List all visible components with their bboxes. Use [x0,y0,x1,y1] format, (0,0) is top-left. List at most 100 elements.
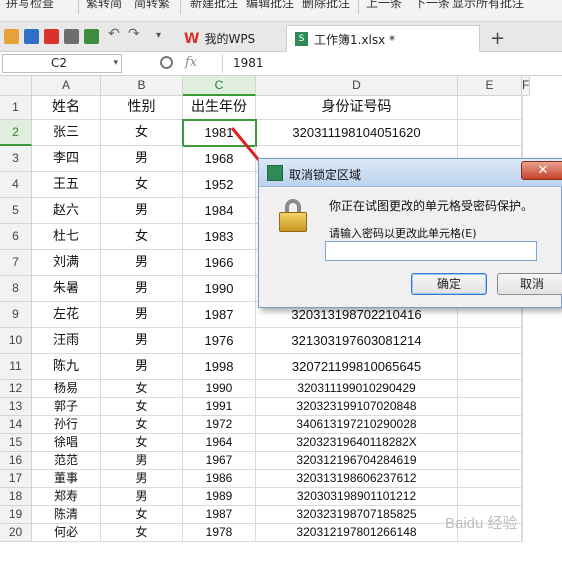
empty-cell[interactable] [522,398,523,416]
column-header-c[interactable]: C [183,76,256,96]
column-header-e[interactable]: E [458,76,522,96]
row-header[interactable]: 2 [0,120,32,146]
insert-function-button[interactable]: fx [185,55,197,70]
table-cell[interactable]: 320323198707185825 [256,506,458,524]
row-header[interactable]: 18 [0,488,32,506]
empty-cell[interactable] [458,488,522,506]
table-cell[interactable]: 1987 [183,506,256,524]
table-cell[interactable]: 1978 [183,524,256,542]
new-tab-button[interactable]: + [490,25,505,52]
redo-icon[interactable]: ↷ [128,26,143,42]
row-header[interactable]: 14 [0,416,32,434]
ribbon-item[interactable]: 拼写检查 [6,0,54,11]
table-cell[interactable]: 女 [101,416,183,434]
cancel-button[interactable]: 取消 [497,273,562,295]
table-cell[interactable]: 董事 [32,470,101,488]
table-cell[interactable]: 女 [101,434,183,452]
table-cell[interactable]: 李四 [32,146,101,172]
name-box[interactable]: C2 ▾ [2,54,122,73]
empty-cell[interactable] [458,398,522,416]
row-header[interactable]: 3 [0,146,32,172]
empty-cell[interactable] [458,328,522,354]
table-cell[interactable]: 1966 [183,250,256,276]
column-title-cell[interactable]: 身份证号码 [256,96,458,120]
table-cell[interactable]: 男 [101,470,183,488]
ribbon-item[interactable]: 显示所有批注 [452,0,524,11]
column-title-cell[interactable]: 性别 [101,96,183,120]
empty-cell[interactable] [522,470,523,488]
empty-cell[interactable] [522,416,523,434]
undo-icon[interactable]: ↶ [108,26,123,42]
empty-cell[interactable] [458,354,522,380]
zoom-search-icon[interactable] [160,56,173,69]
table-cell[interactable]: 男 [101,302,183,328]
table-cell[interactable]: 男 [101,452,183,470]
row-header[interactable]: 8 [0,276,32,302]
formula-input[interactable]: 1981 [222,54,562,73]
empty-cell[interactable] [458,96,522,120]
ribbon-item[interactable]: 上一条 [366,0,402,11]
table-cell[interactable]: 1984 [183,198,256,224]
row-header[interactable]: 13 [0,398,32,416]
empty-cell[interactable] [522,452,523,470]
ribbon-item[interactable]: 简转繁 [134,0,170,11]
table-cell[interactable]: 陈清 [32,506,101,524]
name-box-dropdown-icon[interactable]: ▾ [113,55,118,72]
table-cell[interactable]: 320303198901101212 [256,488,458,506]
table-cell[interactable]: 1990 [183,380,256,398]
table-cell[interactable]: 杜七 [32,224,101,250]
table-cell[interactable]: 1964 [183,434,256,452]
empty-cell[interactable] [458,434,522,452]
table-cell[interactable]: 朱暑 [32,276,101,302]
table-cell[interactable]: 赵六 [32,198,101,224]
table-cell[interactable]: 1990 [183,276,256,302]
table-cell[interactable]: 女 [101,524,183,542]
row-header[interactable]: 17 [0,470,32,488]
table-cell[interactable]: 1952 [183,172,256,198]
table-cell[interactable]: 1967 [183,452,256,470]
row-header[interactable]: 10 [0,328,32,354]
empty-cell[interactable] [522,506,523,524]
table-cell[interactable]: 1991 [183,398,256,416]
table-cell[interactable]: 320721199810065645 [256,354,458,380]
table-cell[interactable]: 1989 [183,488,256,506]
open-folder-icon[interactable] [4,29,19,44]
table-cell[interactable]: 男 [101,328,183,354]
select-all-corner[interactable] [0,76,32,96]
table-cell[interactable]: 320311199010290429 [256,380,458,398]
table-cell[interactable]: 1998 [183,354,256,380]
table-cell[interactable]: 320312197801266148 [256,524,458,542]
table-cell[interactable]: 刘满 [32,250,101,276]
table-cell[interactable]: 男 [101,250,183,276]
row-header[interactable]: 11 [0,354,32,380]
empty-cell[interactable] [522,380,523,398]
table-cell[interactable]: 320312196704284619 [256,452,458,470]
table-cell[interactable]: 女 [101,398,183,416]
table-cell[interactable]: 340613197210290028 [256,416,458,434]
row-header[interactable]: 19 [0,506,32,524]
table-cell[interactable]: 1986 [183,470,256,488]
table-cell[interactable]: 男 [101,198,183,224]
dialog-close-button[interactable]: ✕ [521,161,562,180]
table-cell[interactable]: 杨易 [32,380,101,398]
column-title-cell[interactable]: 出生年份 [183,96,256,120]
table-cell[interactable]: 1972 [183,416,256,434]
empty-cell[interactable] [522,524,523,542]
quick-access-dropdown-icon[interactable]: ▾ [156,30,171,45]
table-cell[interactable]: 何必 [32,524,101,542]
table-cell[interactable]: 32032319640118282X [256,434,458,452]
table-cell[interactable]: 张三 [32,120,101,146]
ribbon-item[interactable]: 新建批注 [190,0,238,11]
empty-cell[interactable] [458,380,522,398]
table-cell[interactable]: 320311198104051620 [256,120,458,146]
empty-cell[interactable] [522,434,523,452]
table-cell[interactable]: 男 [101,354,183,380]
row-header[interactable]: 5 [0,198,32,224]
table-cell[interactable]: 孙行 [32,416,101,434]
empty-cell[interactable] [522,488,523,506]
column-title-cell[interactable]: 姓名 [32,96,101,120]
print-icon[interactable] [64,29,79,44]
ribbon-item[interactable]: 下一条 [414,0,450,11]
empty-cell[interactable] [522,120,523,146]
column-header-d[interactable]: D [256,76,458,96]
